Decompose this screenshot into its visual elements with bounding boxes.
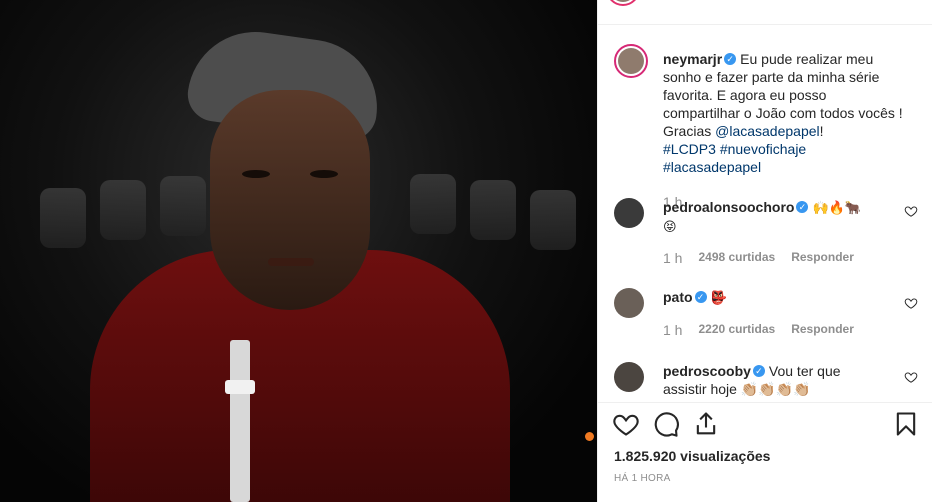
background-light xyxy=(40,188,86,248)
author-username[interactable]: neymarjr xyxy=(663,51,722,67)
heart-icon[interactable] xyxy=(904,370,918,384)
heart-icon[interactable] xyxy=(904,296,918,310)
comment-meta: 1 h 2498 curtidas Responder xyxy=(663,250,854,266)
comment-body: 😝 xyxy=(663,219,677,234)
caption-text: neymarjr ✓ Eu pude realizar meu sonho e fa… xyxy=(663,50,907,176)
post-actions xyxy=(598,410,932,444)
comment-body: assistir hoje 👏🏼👏🏼👏🏼👏🏼 xyxy=(663,381,811,397)
comment-text: pato ✓ 👺 xyxy=(663,288,907,307)
comment-text: pedroscooby ✓ Vou ter que assistir hoje 👏🏼… xyxy=(663,362,907,398)
share-icon[interactable] xyxy=(692,410,720,438)
comment-body: 👺 xyxy=(710,290,727,305)
divider xyxy=(598,402,932,403)
commenter-username[interactable]: pedroalonsoochoro xyxy=(663,199,794,215)
caption-end: ! xyxy=(819,123,824,139)
caption-line: Eu pude realizar meu xyxy=(740,51,874,67)
bookmark-icon[interactable] xyxy=(892,410,920,438)
instagram-post-modal: neymarjr ✓ Eu pude realizar meu sonho e fa… xyxy=(0,0,932,502)
hashtag-link[interactable]: #nuevofichaje xyxy=(720,141,806,157)
author-avatar[interactable] xyxy=(614,44,648,78)
post-timestamp[interactable]: HÁ 1 HORA xyxy=(614,473,671,484)
comment-time[interactable]: 1 h xyxy=(663,250,682,266)
comments-list[interactable]: neymarjr ✓ Eu pude realizar meu sonho e fa… xyxy=(598,24,932,402)
top-avatar-fragment xyxy=(606,0,646,12)
commenter-avatar[interactable] xyxy=(614,362,644,392)
comment-time[interactable]: 1 h xyxy=(663,322,682,338)
verified-badge-icon: ✓ xyxy=(694,291,707,304)
comment-likes[interactable]: 2220 curtidas xyxy=(698,322,775,338)
caption-gracias: Gracias xyxy=(663,123,712,139)
zipper-pull xyxy=(225,380,255,394)
comment-body: Vou ter que xyxy=(768,363,841,379)
commenter-username[interactable]: pedroscooby xyxy=(663,363,751,379)
eye xyxy=(242,170,270,178)
face xyxy=(210,90,370,310)
caption-line: compartilhar o João com todos vocês ! xyxy=(663,105,903,121)
mention-link[interactable]: @lacasadepapel xyxy=(715,123,820,139)
comment-likes[interactable]: 2498 curtidas xyxy=(698,250,775,266)
zipper xyxy=(230,340,250,502)
video-indicator-dot xyxy=(585,432,594,441)
verified-badge-icon: ✓ xyxy=(752,365,765,378)
verified-badge-icon: ✓ xyxy=(724,53,737,66)
verified-badge-icon: ✓ xyxy=(796,201,809,214)
avatar-image xyxy=(618,48,644,74)
comment-text: pedroalonsoochoro ✓ 🙌🔥🐂 😝 xyxy=(663,198,907,236)
reply-button[interactable]: Responder xyxy=(791,250,854,266)
views-count[interactable]: 1.825.920 visualizações xyxy=(614,448,770,464)
caption-line: sonho e fazer parte da minha série xyxy=(663,69,880,85)
heart-icon[interactable] xyxy=(612,410,640,438)
reply-button[interactable]: Responder xyxy=(791,322,854,338)
background-light xyxy=(530,190,576,250)
commenter-avatar[interactable] xyxy=(614,198,644,228)
commenter-username[interactable]: pato xyxy=(663,289,693,305)
comment-meta: 1 h 2220 curtidas Responder xyxy=(663,322,854,338)
caption-line: favorita. E agora eu posso xyxy=(663,87,827,103)
post-side-panel: neymarjr ✓ Eu pude realizar meu sonho e fa… xyxy=(597,0,932,502)
commenter-avatar[interactable] xyxy=(614,288,644,318)
comment-body: 🙌🔥🐂 xyxy=(812,200,862,215)
post-video[interactable] xyxy=(0,0,597,502)
eye xyxy=(310,170,338,178)
heart-icon[interactable] xyxy=(904,204,918,218)
mouth xyxy=(268,258,314,266)
hashtag-link[interactable]: #lacasadepapel xyxy=(663,159,761,175)
comment-icon[interactable] xyxy=(652,410,680,438)
person-in-red-jumpsuit xyxy=(90,23,510,502)
hashtag-link[interactable]: #LCDP3 xyxy=(663,141,716,157)
